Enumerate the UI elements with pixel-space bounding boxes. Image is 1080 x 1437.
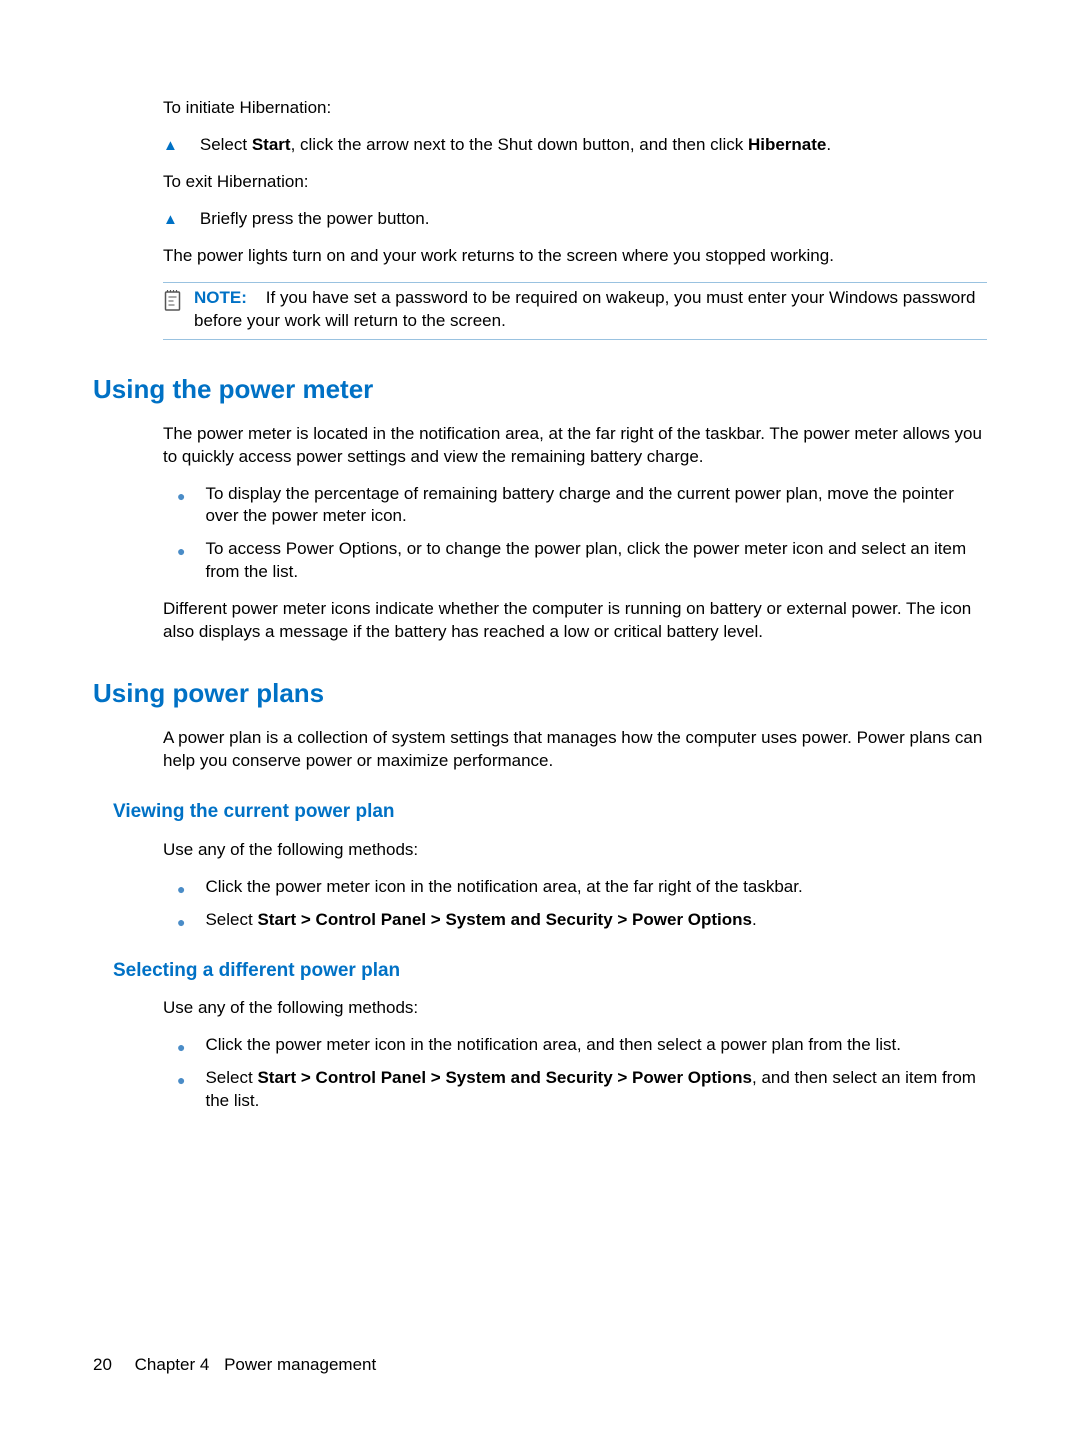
bullet-icon: ● — [177, 542, 185, 561]
power-return-text: The power lights turn on and your work r… — [163, 245, 987, 268]
power-plans-content: A power plan is a collection of system s… — [93, 727, 987, 773]
text-fragment: . — [826, 135, 831, 154]
bullet-icon: ● — [177, 880, 185, 899]
step-exit: ▲ Briefly press the power button. — [163, 208, 987, 231]
exit-hibernation-label: To exit Hibernation: — [163, 171, 987, 194]
note-label: NOTE: — [194, 288, 247, 307]
selecting-plan-intro: Use any of the following methods: — [163, 997, 987, 1020]
list-item: ● To access Power Options, or to change … — [163, 538, 987, 584]
hibernation-section: To initiate Hibernation: ▲ Select Start,… — [93, 97, 987, 340]
bullet-icon: ● — [177, 913, 185, 932]
step-initiate-text: Select Start, click the arrow next to th… — [200, 134, 987, 157]
heading-power-plans: Using power plans — [93, 676, 987, 711]
note-text: NOTE: If you have set a password to be r… — [194, 287, 987, 333]
step-exit-text: Briefly press the power button. — [200, 208, 987, 231]
bullet-icon: ● — [177, 1071, 185, 1090]
page-number: 20 — [93, 1355, 112, 1374]
selecting-plan-content: Use any of the following methods: ● Clic… — [93, 997, 987, 1113]
chapter-label: Chapter 4 — [135, 1355, 210, 1374]
text-fragment: Select — [205, 910, 257, 929]
text-bold: Start > Control Panel > System and Secur… — [257, 910, 752, 929]
power-plans-intro: A power plan is a collection of system s… — [163, 727, 987, 773]
heading-selecting-plan: Selecting a different power plan — [113, 958, 987, 984]
note-body: If you have set a password to be require… — [194, 288, 975, 330]
list-item: ● Click the power meter icon in the noti… — [163, 876, 987, 899]
power-meter-intro: The power meter is located in the notifi… — [163, 423, 987, 469]
step-triangle-icon: ▲ — [163, 210, 178, 230]
text-fragment: Select — [200, 135, 252, 154]
viewing-plan-intro: Use any of the following methods: — [163, 839, 987, 862]
power-meter-outro: Different power meter icons indicate whe… — [163, 598, 987, 644]
bullet-text: Select Start > Control Panel > System an… — [205, 909, 987, 932]
note-divider-top — [163, 282, 987, 283]
bullet-text: Click the power meter icon in the notifi… — [205, 876, 987, 899]
list-item: ● Click the power meter icon in the noti… — [163, 1034, 987, 1057]
bullet-icon: ● — [177, 1038, 185, 1057]
bullet-text: Click the power meter icon in the notifi… — [205, 1034, 987, 1057]
bullet-text: Select Start > Control Panel > System an… — [205, 1067, 987, 1113]
list-item: ● Select Start > Control Panel > System … — [163, 1067, 987, 1113]
note-icon — [163, 288, 184, 312]
power-meter-content: The power meter is located in the notifi… — [93, 423, 987, 645]
list-item: ● Select Start > Control Panel > System … — [163, 909, 987, 932]
initiate-hibernation-label: To initiate Hibernation: — [163, 97, 987, 120]
viewing-plan-content: Use any of the following methods: ● Clic… — [93, 839, 987, 932]
text-fragment: , click the arrow next to the Shut down … — [291, 135, 748, 154]
list-item: ● To display the percentage of remaining… — [163, 483, 987, 529]
text-bold: Start > Control Panel > System and Secur… — [257, 1068, 752, 1087]
step-initiate: ▲ Select Start, click the arrow next to … — [163, 134, 987, 157]
bullet-icon: ● — [177, 487, 185, 506]
note-box: NOTE: If you have set a password to be r… — [163, 287, 987, 333]
step-triangle-icon: ▲ — [163, 136, 178, 156]
text-fragment: . — [752, 910, 757, 929]
bullet-text: To display the percentage of remaining b… — [205, 483, 987, 529]
chapter-title: Power management — [224, 1355, 376, 1374]
page-footer: 20 Chapter 4 Power management — [93, 1354, 376, 1377]
text-fragment: Select — [205, 1068, 257, 1087]
heading-viewing-plan: Viewing the current power plan — [113, 799, 987, 825]
note-divider-bottom — [163, 339, 987, 340]
heading-power-meter: Using the power meter — [93, 372, 987, 407]
bullet-text: To access Power Options, or to change th… — [205, 538, 987, 584]
text-bold: Hibernate — [748, 135, 826, 154]
text-bold: Start — [252, 135, 291, 154]
